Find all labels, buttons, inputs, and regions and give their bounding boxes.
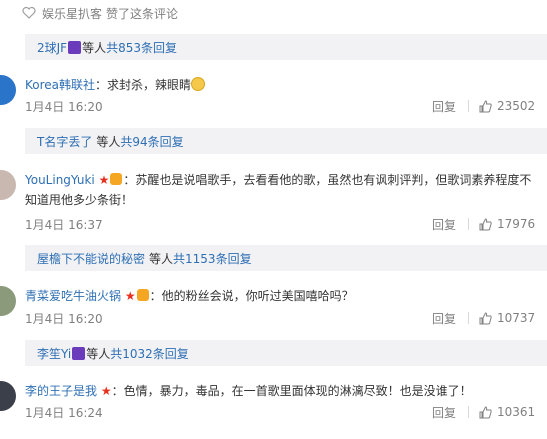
reply-summary[interactable]: T名字丢了 等人 共94条回复 [25, 128, 547, 154]
member-badge-icon [68, 40, 82, 54]
comment-time: 1月4日 16:20 [25, 99, 103, 114]
comment-text: ：色情，暴力，毒品，在一首歌里面体现的淋漓尽致！也是没谁了！ [111, 384, 472, 398]
reply-count-link[interactable]: 共1153条回复 [173, 250, 252, 267]
star-badge-icon: ★ [100, 384, 112, 398]
reply-user-link[interactable]: 2球JF [37, 39, 67, 56]
reply-suffix: 等人 [82, 40, 107, 55]
reply-user-link[interactable]: 李笙Yi [37, 345, 71, 362]
star-badge-icon: ★ [98, 173, 110, 187]
reply-user-link[interactable]: T名字丢了 [37, 133, 92, 150]
thumbs-up-icon [479, 405, 492, 418]
reply-count-link[interactable]: 共1032条回复 [110, 345, 189, 362]
like-button[interactable]: 23502 [479, 99, 547, 113]
avatar[interactable] [0, 170, 16, 200]
reply-suffix: 等人 [86, 346, 111, 361]
liked-action: 赞了这条评论 [106, 6, 179, 21]
thumbs-up-icon [479, 217, 492, 230]
comment-time: 1月4日 16:37 [25, 217, 103, 232]
reply-summary[interactable]: 李笙Yi 等人 共1032条回复 [25, 340, 547, 366]
reply-button[interactable]: 回复 [426, 310, 456, 327]
comment-text: ：求封杀，辣眼睛 [95, 78, 192, 92]
liked-by-bar: 娱乐星扒客 赞了这条评论 [0, 0, 547, 26]
comment-time: 1月4日 16:24 [25, 405, 103, 420]
heart-icon [22, 6, 36, 20]
comment-text: ：他的粉丝会说，你听过美国嘻哈吗？ [149, 289, 354, 303]
reply-summary[interactable]: 2球JF 等人 共853条回复 [25, 34, 547, 60]
comment-author[interactable]: 青菜爱吃牛油火锅 [25, 289, 121, 303]
reply-button[interactable]: 回复 [426, 98, 456, 115]
thumbs-up-icon [479, 99, 492, 112]
comment-author[interactable]: Korea韩联社 [25, 78, 95, 92]
avatar[interactable] [0, 286, 16, 316]
comment-author[interactable]: 李的王子是我 [25, 384, 97, 398]
like-count: 23502 [497, 99, 536, 113]
like-button[interactable]: 10361 [479, 405, 547, 419]
vip-badge-icon [136, 289, 149, 301]
reply-button[interactable]: 回复 [426, 404, 456, 421]
reply-count-link[interactable]: 共94条回复 [120, 133, 183, 150]
reply-summary[interactable]: 屋檐下不能说的秘密 等人 共1153条回复 [25, 245, 547, 271]
reply-count-link[interactable]: 共853条回复 [106, 39, 177, 56]
like-button[interactable]: 10737 [479, 311, 547, 325]
comment-time: 1月4日 16:20 [25, 311, 103, 326]
like-button[interactable]: 17976 [479, 217, 547, 231]
star-badge-icon: ★ [124, 289, 136, 303]
thumbs-up-icon [479, 311, 492, 324]
reply-suffix: 等人 [149, 251, 174, 266]
like-count: 10737 [497, 311, 536, 325]
reply-button[interactable]: 回复 [426, 216, 456, 233]
liker-name[interactable]: 娱乐星扒客 [42, 5, 102, 22]
member-badge-icon [72, 346, 86, 360]
like-count: 17976 [497, 217, 536, 231]
vip-badge-icon [110, 173, 123, 185]
comment-author[interactable]: YouLingYuki [25, 173, 95, 187]
avatar[interactable] [0, 381, 16, 411]
like-count: 10361 [497, 405, 536, 419]
emoji-icon [191, 77, 206, 91]
avatar[interactable] [0, 75, 16, 105]
reply-user-link[interactable]: 屋檐下不能说的秘密 [37, 250, 145, 267]
reply-suffix: 等人 [96, 134, 121, 149]
